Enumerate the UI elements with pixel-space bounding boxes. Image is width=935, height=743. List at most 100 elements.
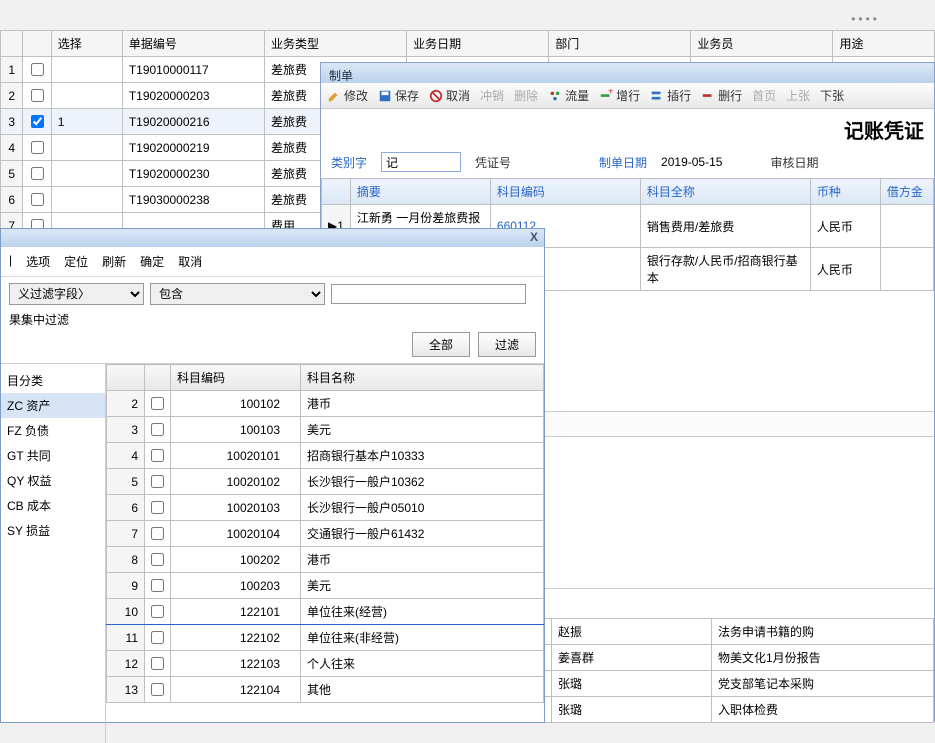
row-checkbox[interactable] xyxy=(151,657,164,670)
grid-col-name[interactable]: 科目名称 xyxy=(301,365,544,391)
row-checkbox[interactable] xyxy=(151,579,164,592)
cell-code[interactable]: 10020103 xyxy=(171,495,301,521)
col-debit[interactable]: 借方金 xyxy=(880,179,933,205)
cell-name[interactable]: 美元 xyxy=(301,573,544,599)
col-use[interactable]: 用途 xyxy=(833,31,935,57)
row-checkbox[interactable] xyxy=(31,193,44,206)
lookup-row[interactable]: 11 122102 单位往来(非经营) xyxy=(107,625,544,651)
cell-select[interactable] xyxy=(51,161,122,187)
col-select[interactable]: 选择 xyxy=(51,31,122,57)
cell-code[interactable]: 122101 xyxy=(171,599,301,625)
cell-emp[interactable]: 赵振 xyxy=(552,619,712,645)
cell-name[interactable]: 港币 xyxy=(301,391,544,417)
row-checkbox[interactable] xyxy=(151,631,164,644)
cell-code[interactable]: 100202 xyxy=(171,547,301,573)
tree-item-cb[interactable]: CB 成本 xyxy=(1,493,105,518)
lookup-row[interactable]: 2 100102 港币 xyxy=(107,391,544,417)
delrow-button[interactable]: 删行 xyxy=(701,87,742,104)
cell-code[interactable]: 122104 xyxy=(171,677,301,703)
cell-name[interactable]: 其他 xyxy=(301,677,544,703)
cell-full[interactable]: 销售费用/差旅费 xyxy=(640,205,810,248)
cell-emp[interactable]: 张璐 xyxy=(552,671,712,697)
cell-select[interactable] xyxy=(51,135,122,161)
cell-select[interactable]: 1 xyxy=(51,109,122,135)
cat-input[interactable] xyxy=(381,152,461,172)
cell-name[interactable]: 美元 xyxy=(301,417,544,443)
cell-docno[interactable]: T19020000203 xyxy=(122,83,264,109)
cell-full[interactable]: 银行存款/人民币/招商银行基本 xyxy=(640,248,810,291)
filter-op-select[interactable]: 包含 xyxy=(150,283,325,305)
lookup-row[interactable]: 13 122104 其他 xyxy=(107,677,544,703)
col-code[interactable]: 科目编码 xyxy=(490,179,640,205)
row-checkbox[interactable] xyxy=(151,605,164,618)
lookup-row[interactable]: 5 10020102 长沙银行一般户10362 xyxy=(107,469,544,495)
save-button[interactable]: 保存 xyxy=(378,87,419,104)
lookup-row[interactable]: 3 100103 美元 xyxy=(107,417,544,443)
next-button[interactable]: 下张 xyxy=(820,87,844,104)
row-checkbox[interactable] xyxy=(151,475,164,488)
lookup-row[interactable]: 12 122103 个人往来 xyxy=(107,651,544,677)
cell-name[interactable]: 长沙银行一般户10362 xyxy=(301,469,544,495)
cell-code[interactable]: 10020101 xyxy=(171,443,301,469)
cell-emp[interactable]: 张璐 xyxy=(552,697,712,723)
modify-button[interactable]: 修改 xyxy=(327,87,368,104)
cell-name[interactable]: 港币 xyxy=(301,547,544,573)
tree-item-gt[interactable]: GT 共同 xyxy=(1,443,105,468)
col-docno[interactable]: 单据编号 xyxy=(122,31,264,57)
menu-locate[interactable]: 定位 xyxy=(64,253,88,270)
filter-field-select[interactable]: 义过滤字段〉 xyxy=(9,283,144,305)
cell-docno[interactable]: T19030000238 xyxy=(122,187,264,213)
cell-curr[interactable]: 人民币 xyxy=(810,205,880,248)
row-checkbox[interactable] xyxy=(31,141,44,154)
col-summary[interactable]: 摘要 xyxy=(350,179,490,205)
cell-code[interactable]: 100203 xyxy=(171,573,301,599)
close-icon[interactable]: X xyxy=(530,230,538,244)
row-checkbox[interactable] xyxy=(151,449,164,462)
cell-name[interactable]: 单位往来(非经营) xyxy=(301,625,544,651)
cell-name[interactable]: 长沙银行一般户05010 xyxy=(301,495,544,521)
cell-emp[interactable]: 姜喜群 xyxy=(552,645,712,671)
row-checkbox[interactable] xyxy=(151,397,164,410)
lookup-row[interactable]: 6 10020103 长沙银行一般户05010 xyxy=(107,495,544,521)
all-button[interactable]: 全部 xyxy=(412,332,470,357)
lookup-row[interactable]: 8 100202 港币 xyxy=(107,547,544,573)
cell-docno[interactable]: T19020000216 xyxy=(122,109,264,135)
lookup-row[interactable]: 4 10020101 招商银行基本户10333 xyxy=(107,443,544,469)
menu-refresh[interactable]: 刷新 xyxy=(102,253,126,270)
col-emp[interactable]: 业务员 xyxy=(691,31,833,57)
row-checkbox[interactable] xyxy=(151,423,164,436)
row-checkbox[interactable] xyxy=(151,501,164,514)
row-checkbox[interactable] xyxy=(31,167,44,180)
lookup-row[interactable]: 10 122101 单位往来(经营) xyxy=(107,599,544,625)
cell-remark[interactable]: 法务申请书籍的购 xyxy=(712,619,934,645)
addrow-button[interactable]: +增行 xyxy=(599,87,640,104)
cell-select[interactable] xyxy=(51,187,122,213)
col-type[interactable]: 业务类型 xyxy=(264,31,406,57)
tree-item-zc[interactable]: ZC 资产 xyxy=(1,393,105,418)
cell-remark[interactable]: 党支部笔记本采购 xyxy=(712,671,934,697)
cell-code[interactable]: 10020102 xyxy=(171,469,301,495)
insrow-button[interactable]: 插行 xyxy=(650,87,691,104)
cell-remark[interactable]: 入职体检费 xyxy=(712,697,934,723)
grid-col-code[interactable]: 科目编码 xyxy=(171,365,301,391)
row-checkbox[interactable] xyxy=(31,89,44,102)
tree-item-sy[interactable]: SY 损益 xyxy=(1,518,105,543)
cell-code[interactable]: 122103 xyxy=(171,651,301,677)
cell-code[interactable]: 100103 xyxy=(171,417,301,443)
row-checkbox[interactable] xyxy=(151,553,164,566)
cell-code[interactable]: 100102 xyxy=(171,391,301,417)
cell-name[interactable]: 招商银行基本户10333 xyxy=(301,443,544,469)
cell-select[interactable] xyxy=(51,57,122,83)
cell-name[interactable]: 交通银行一般户61432 xyxy=(301,521,544,547)
lookup-row[interactable]: 9 100203 美元 xyxy=(107,573,544,599)
menu-cancel[interactable]: 取消 xyxy=(178,253,202,270)
col-full[interactable]: 科目全称 xyxy=(640,179,810,205)
row-checkbox[interactable] xyxy=(151,683,164,696)
filter-value-input[interactable] xyxy=(331,284,526,304)
col-curr[interactable]: 币种 xyxy=(810,179,880,205)
cancel-button[interactable]: 取消 xyxy=(429,87,470,104)
filter-button[interactable]: 过滤 xyxy=(478,332,536,357)
tree-item-qy[interactable]: QY 权益 xyxy=(1,468,105,493)
cell-remark[interactable]: 物美文化1月份报告 xyxy=(712,645,934,671)
tree-item-fz[interactable]: FZ 负债 xyxy=(1,418,105,443)
